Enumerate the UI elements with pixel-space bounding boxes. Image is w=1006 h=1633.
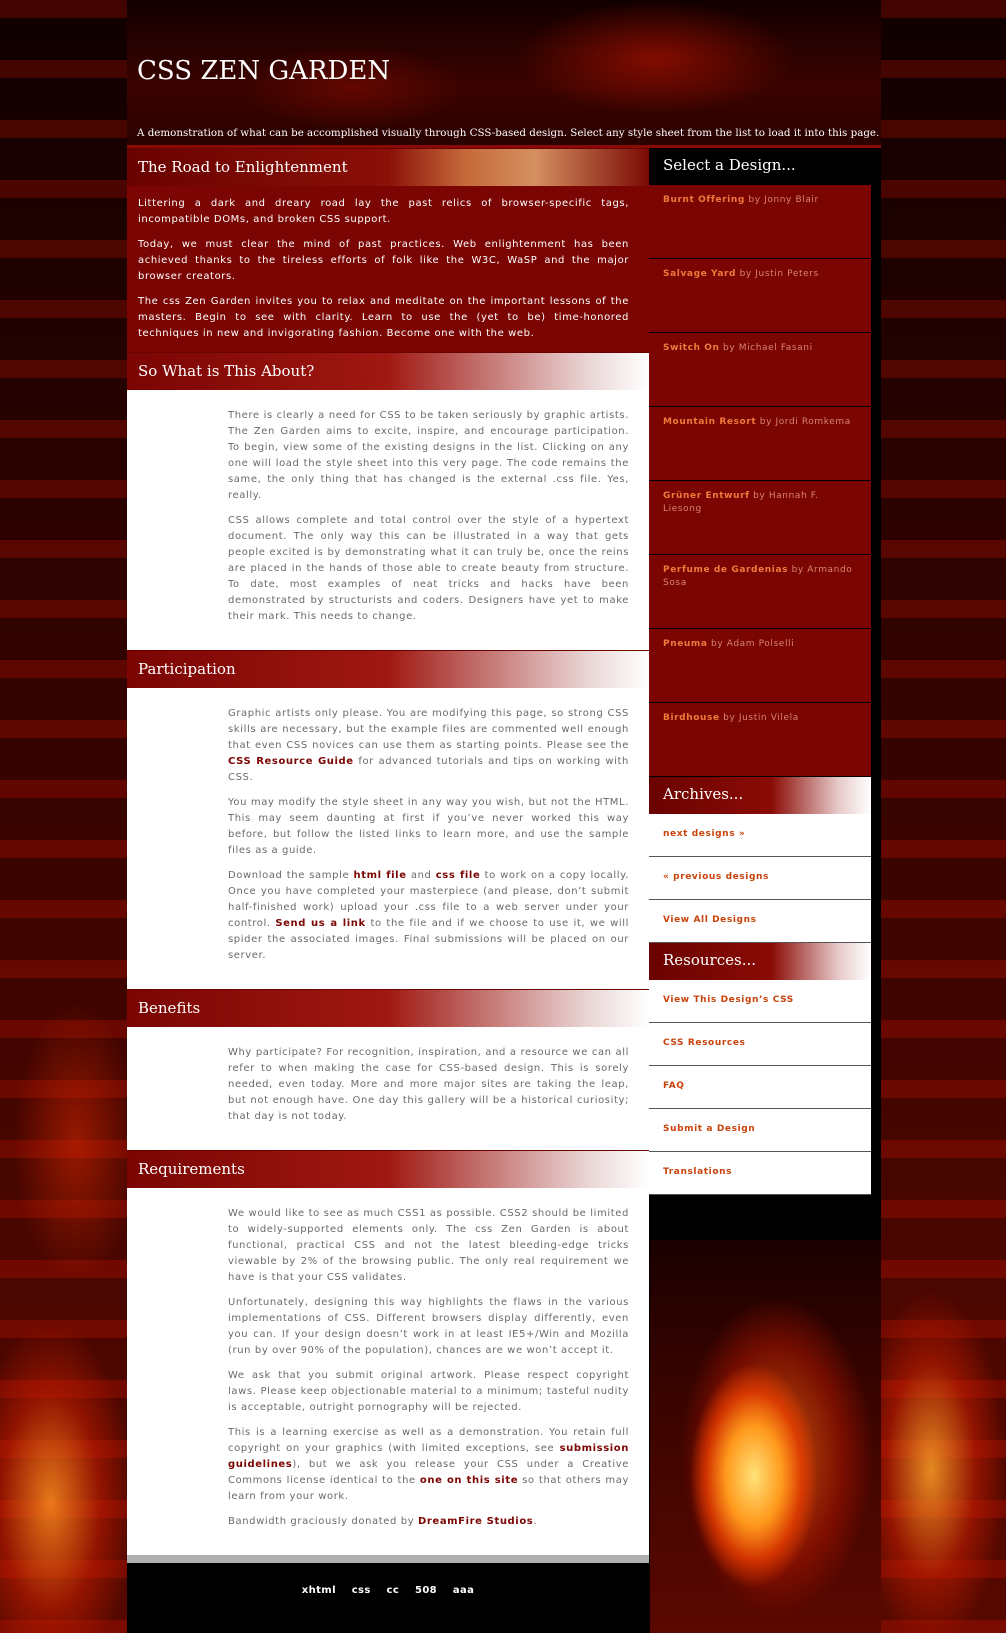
requirements-paragraph: We would like to see as much CSS1 as pos… bbox=[228, 1208, 629, 1283]
participation-section: Graphic artists only please. You are mod… bbox=[127, 688, 649, 989]
about-paragraph: CSS allows complete and total control ov… bbox=[228, 515, 629, 622]
about-heading: So What is This About? bbox=[138, 362, 315, 380]
benefits-section: Why participate? For recognition, inspir… bbox=[127, 1027, 649, 1150]
license-link[interactable]: one on this site bbox=[420, 1475, 518, 1486]
design-name[interactable]: Birdhouse bbox=[663, 713, 720, 723]
about-heading-band: So What is This About? bbox=[127, 352, 649, 390]
background-right-flames bbox=[881, 0, 1006, 1633]
archive-view-all-link[interactable]: View All Designs bbox=[649, 900, 871, 943]
design-name[interactable]: Pneuma bbox=[663, 639, 708, 649]
archive-next-designs-link[interactable]: next designs » bbox=[649, 814, 871, 857]
archive-previous-designs-link[interactable]: « previous designs bbox=[649, 857, 871, 900]
design-author[interactable]: by Adam Polselli bbox=[711, 639, 794, 649]
intro-section: Littering a dark and dreary road lay the… bbox=[127, 186, 649, 352]
resources-heading-band: Resources... bbox=[649, 943, 871, 980]
participation-paragraph: Graphic artists only please. You are mod… bbox=[228, 706, 629, 786]
page-container: CSS ZEN GARDEN A demonstration of what c… bbox=[127, 0, 881, 1633]
resource-css-resources-link[interactable]: CSS Resources bbox=[649, 1023, 871, 1066]
footer-link-cc[interactable]: cc bbox=[387, 1585, 400, 1596]
select-design-heading: Select a Design... bbox=[663, 156, 796, 174]
participation-paragraph: Download the sample html file and css fi… bbox=[228, 868, 629, 964]
footer-link-xhtml[interactable]: xhtml bbox=[302, 1585, 336, 1596]
design-name[interactable]: Burnt Offering bbox=[663, 195, 745, 205]
requirements-heading-band: Requirements bbox=[127, 1150, 649, 1188]
resource-faq-link[interactable]: FAQ bbox=[649, 1066, 871, 1109]
design-name[interactable]: Perfume de Gardenias bbox=[663, 565, 788, 575]
requirements-paragraph: We ask that you submit original artwork.… bbox=[228, 1370, 629, 1413]
site-title: CSS ZEN GARDEN bbox=[137, 56, 391, 86]
footer-link-css[interactable]: css bbox=[352, 1585, 371, 1596]
requirements-paragraph: Bandwidth graciously donated by DreamFir… bbox=[228, 1514, 629, 1530]
design-author[interactable]: by Jordi Romkema bbox=[760, 417, 851, 427]
dreamfire-studios-link[interactable]: DreamFire Studios bbox=[418, 1516, 533, 1527]
about-section: There is clearly a need for CSS to be ta… bbox=[127, 390, 649, 650]
requirements-heading: Requirements bbox=[138, 1160, 245, 1178]
select-design-heading-band: Select a Design... bbox=[649, 148, 871, 185]
design-name[interactable]: Mountain Resort bbox=[663, 417, 756, 427]
requirements-paragraph: Unfortunately, designing this way highli… bbox=[228, 1297, 629, 1356]
requirements-section: We would like to see as much CSS1 as pos… bbox=[127, 1188, 649, 1555]
design-author[interactable]: by Michael Fasani bbox=[723, 343, 813, 353]
intro-heading: The Road to Enlightenment bbox=[138, 158, 348, 176]
resource-translations-link[interactable]: Translations bbox=[649, 1152, 871, 1195]
html-file-link[interactable]: html file bbox=[353, 870, 406, 881]
background-left-flames bbox=[0, 0, 127, 1633]
main-content: The Road to Enlightenment Littering a da… bbox=[127, 148, 649, 1617]
css-file-link[interactable]: css file bbox=[436, 870, 481, 881]
resource-submit-design-link[interactable]: Submit a Design bbox=[649, 1109, 871, 1152]
text-run: and bbox=[406, 870, 436, 881]
footer-link-508[interactable]: 508 bbox=[415, 1585, 437, 1596]
page-footer: xhtml css cc 508 aaa bbox=[127, 1555, 649, 1617]
text-run: Download the sample bbox=[228, 870, 354, 881]
design-list-item[interactable]: Mountain Resort by Jordi Romkema bbox=[649, 407, 871, 481]
archives-heading: Archives... bbox=[663, 785, 744, 803]
text-run: . bbox=[533, 1516, 538, 1527]
about-paragraph: There is clearly a need for CSS to be ta… bbox=[228, 410, 629, 501]
design-author[interactable]: by Justin Peters bbox=[740, 269, 819, 279]
design-list-item[interactable]: Switch On by Michael Fasani bbox=[649, 333, 871, 407]
intro-heading-band: The Road to Enlightenment bbox=[127, 148, 649, 186]
design-name[interactable]: Switch On bbox=[663, 343, 720, 353]
participation-heading-band: Participation bbox=[127, 650, 649, 688]
participation-paragraph: You may modify the style sheet in any wa… bbox=[228, 797, 629, 856]
design-list-item[interactable]: Grüner Entwurf by Hannah F. Liesong bbox=[649, 481, 871, 555]
design-name[interactable]: Grüner Entwurf bbox=[663, 491, 750, 501]
design-list-item[interactable]: Perfume de Gardenias by Armando Sosa bbox=[649, 555, 871, 629]
intro-paragraph: The css Zen Garden invites you to relax … bbox=[138, 296, 629, 339]
page-header: CSS ZEN GARDEN A demonstration of what c… bbox=[127, 0, 881, 148]
intro-paragraph: Today, we must clear the mind of past pr… bbox=[138, 239, 629, 282]
sidebar: Select a Design... Burnt Offering by Jon… bbox=[649, 148, 871, 1195]
send-us-a-link[interactable]: Send us a link bbox=[275, 918, 365, 929]
resource-view-css-link[interactable]: View This Design’s CSS bbox=[649, 980, 871, 1023]
benefits-heading-band: Benefits bbox=[127, 989, 649, 1027]
resources-heading: Resources... bbox=[663, 951, 757, 969]
design-list-item[interactable]: Birdhouse by Justin Vilela bbox=[649, 703, 871, 777]
css-resource-guide-link[interactable]: CSS Resource Guide bbox=[228, 756, 354, 767]
design-author[interactable]: by Justin Vilela bbox=[723, 713, 799, 723]
footer-link-aaa[interactable]: aaa bbox=[453, 1585, 474, 1596]
design-list-item[interactable]: Salvage Yard by Justin Peters bbox=[649, 259, 871, 333]
design-name[interactable]: Salvage Yard bbox=[663, 269, 736, 279]
text-run: Bandwidth graciously donated by bbox=[228, 1516, 418, 1527]
design-list-item[interactable]: Pneuma by Adam Polselli bbox=[649, 629, 871, 703]
design-list-item[interactable]: Burnt Offering by Jonny Blair bbox=[649, 185, 871, 259]
design-author[interactable]: by Jonny Blair bbox=[748, 195, 818, 205]
participation-heading: Participation bbox=[138, 660, 236, 678]
intro-paragraph: Littering a dark and dreary road lay the… bbox=[138, 198, 629, 225]
benefits-heading: Benefits bbox=[138, 999, 201, 1017]
benefits-paragraph: Why participate? For recognition, inspir… bbox=[228, 1047, 629, 1122]
text-run: Graphic artists only please. You are mod… bbox=[228, 708, 629, 751]
requirements-paragraph: This is a learning exercise as well as a… bbox=[228, 1425, 629, 1505]
site-tagline: A demonstration of what can be accomplis… bbox=[137, 127, 880, 139]
archives-heading-band: Archives... bbox=[649, 777, 871, 814]
